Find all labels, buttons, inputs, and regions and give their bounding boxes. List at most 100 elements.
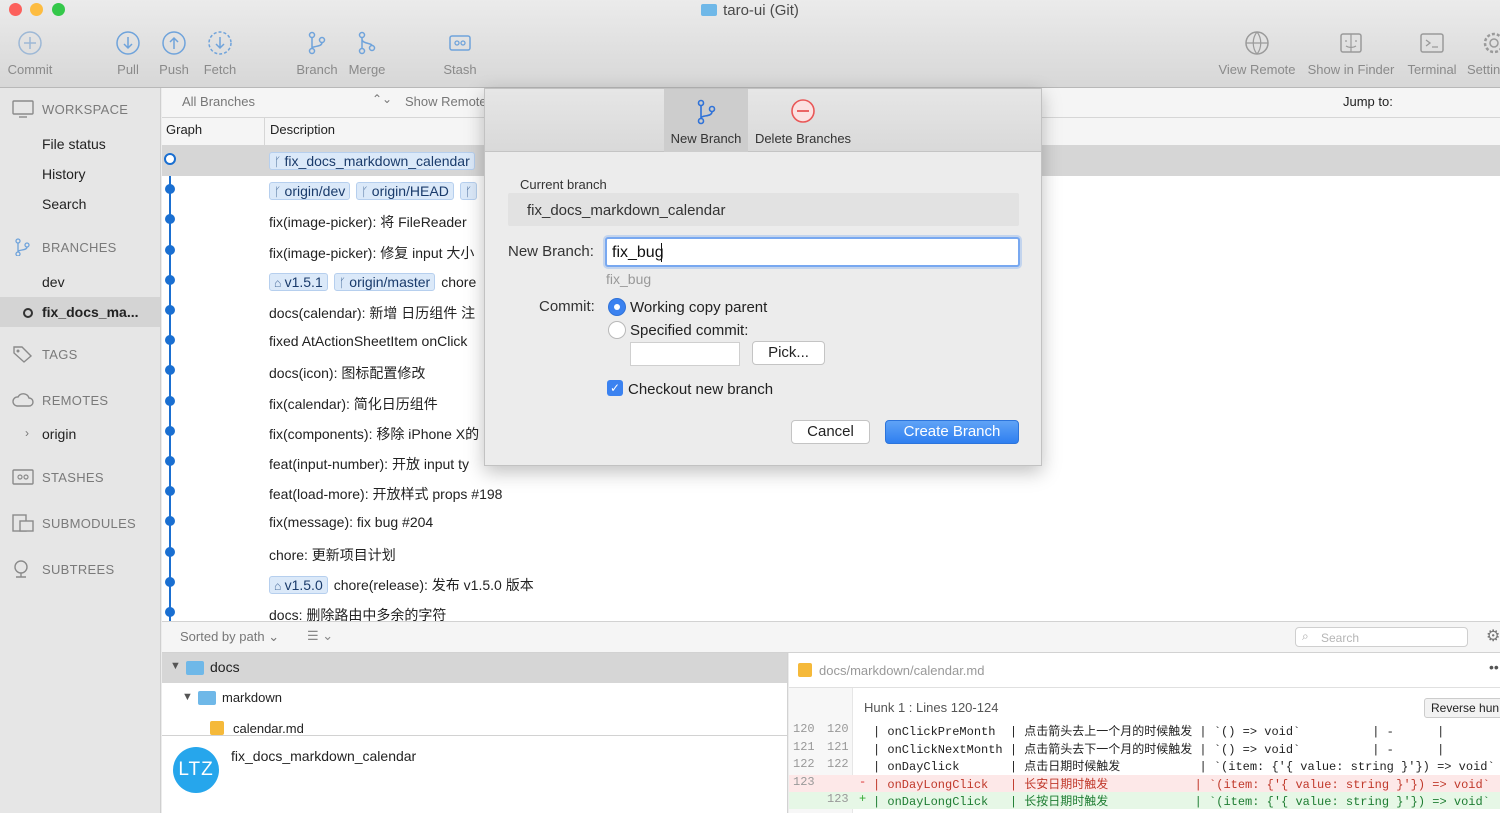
checkout-label[interactable]: Checkout new branch (628, 381, 773, 398)
commit-node (165, 305, 175, 315)
ref-badge-label: origin/dev (284, 183, 346, 200)
file-search-input[interactable]: ⌕ Search (1295, 627, 1468, 647)
commit-node (165, 244, 175, 255)
commit-row[interactable]: docs: 删除路由中多余的字符 (162, 599, 1500, 621)
sidebar-item-remote-origin[interactable]: origin (42, 426, 76, 442)
new-branch-input-value: fix_bug (612, 244, 664, 261)
cancel-button[interactable]: Cancel (791, 420, 870, 444)
commit-row[interactable]: chore: 更新项目计划 (162, 539, 1500, 569)
disclosure-triangle-icon[interactable]: ▼ (182, 691, 193, 703)
commit-button[interactable]: Commit (0, 30, 60, 77)
sidebar-item-branch-current[interactable]: fix_docs_ma... (0, 297, 160, 327)
diff-line: 122 122 | onDayClick | 点击日期时候触发 | `(item: … (789, 757, 1500, 774)
commit-node (165, 395, 175, 406)
create-branch-button[interactable]: Create Branch (885, 420, 1019, 444)
commit-message: feat(load-more): 开放样式 props #198 (269, 486, 503, 503)
window-title-text: taro-ui (Git) (723, 2, 799, 19)
search-icon: ⌕ (1302, 629, 1309, 643)
commit-description: ⌂ v1.5.1 ᚴ origin/master chore (269, 272, 476, 291)
sidebar: WORKSPACE File status History Search BRA… (0, 88, 161, 813)
tree-row-markdown[interactable]: ▼ markdown (162, 683, 787, 713)
show-in-finder-button[interactable]: Show in Finder (1306, 30, 1396, 77)
view-options-dropdown[interactable]: ☰ ⌄ (307, 628, 333, 644)
sidebar-section-remotes[interactable]: REMOTES (12, 391, 108, 409)
list-icon: ☰ (307, 628, 319, 643)
tree-row-calendar[interactable]: calendar.md (162, 715, 787, 735)
globe-icon (1245, 31, 1269, 55)
sidebar-section-subtrees[interactable]: SUBTREES (12, 560, 114, 578)
monitor-icon (12, 100, 34, 118)
chevron-updown-icon[interactable]: ⌃⌄ (372, 92, 392, 106)
tab-delete-branches[interactable]: Delete Branches (750, 89, 856, 152)
branch-icon: ᚴ (338, 275, 350, 290)
ref-badge: ᚴ origin/master (333, 272, 436, 291)
commit-message: chore: 更新项目计划 (269, 546, 396, 563)
branch-filter-label: All Branches (182, 94, 255, 109)
ref-badge-label: v1.5.1 (284, 273, 323, 290)
commit-message: fix(image-picker): 将 FileReader (269, 214, 467, 231)
sidebar-section-submodules[interactable]: SUBMODULES (12, 514, 136, 532)
chevron-down-icon: ⌄ (268, 629, 280, 644)
chevron-right-icon[interactable]: › (25, 426, 29, 440)
merge-button[interactable]: Merge (337, 30, 397, 77)
new-branch-dialog: New Branch Delete Branches Current branc… (484, 88, 1042, 466)
sort-dropdown[interactable]: Sorted by path ⌄ (180, 629, 279, 645)
column-description[interactable]: Description (270, 122, 335, 137)
commit-row[interactable]: fix(message): fix bug #204 (162, 508, 1500, 538)
pick-button[interactable]: Pick... (752, 341, 825, 365)
stash-button[interactable]: Stash (430, 30, 490, 77)
stash-label: Stash (443, 62, 477, 77)
commit-description: fixed AtActionSheetItem onClick (269, 333, 467, 349)
chevron-down-icon: ⌄ (322, 628, 334, 643)
sidebar-item-history[interactable]: History (42, 166, 86, 182)
reverse-hunk-button[interactable]: Reverse hun (1424, 698, 1500, 718)
new-branch-input[interactable]: fix_bug (605, 237, 1020, 267)
commit-row[interactable]: feat(load-more): 开放样式 props #198 (162, 478, 1500, 508)
branch-filter-dropdown[interactable]: All Branches (182, 94, 255, 109)
settings-button[interactable]: Settin (1463, 30, 1500, 77)
sort-label: Sorted by path (180, 629, 265, 644)
file-calendar-label: calendar.md (233, 721, 304, 735)
gear-icon[interactable]: ⚙ (1486, 626, 1500, 646)
view-remote-button[interactable]: View Remote (1216, 30, 1298, 77)
sidebar-item-branch-dev[interactable]: dev (42, 274, 65, 290)
disclosure-triangle-icon[interactable]: ▼ (170, 660, 181, 672)
new-line-number: 120 (827, 722, 849, 736)
sidebar-section-branches[interactable]: BRANCHES (12, 238, 117, 256)
column-graph[interactable]: Graph (166, 122, 202, 137)
commit-node (165, 516, 175, 527)
working-copy-label[interactable]: Working copy parent (630, 299, 767, 316)
current-branch-value: fix_docs_markdown_calendar (527, 202, 726, 219)
terminal-button[interactable]: Terminal (1402, 30, 1462, 77)
specified-commit-label[interactable]: Specified commit: (630, 322, 748, 339)
checkout-checkbox[interactable]: ✓ (607, 380, 623, 396)
sidebar-section-tags[interactable]: TAGS (12, 345, 78, 363)
remotes-label: REMOTES (42, 393, 109, 408)
radio-working-copy[interactable] (608, 298, 626, 316)
sidebar-section-stashes[interactable]: STASHES (12, 468, 104, 486)
subtree-icon (14, 560, 28, 578)
tag-icon: ⌂ (274, 578, 285, 593)
commit-message: docs(icon): 图标配置修改 (269, 365, 426, 382)
ref-badge: ᚴ origin/HEAD (356, 182, 454, 201)
old-line-number: 120 (793, 722, 815, 736)
branches-label: BRANCHES (42, 240, 117, 255)
more-icon[interactable]: •• (1489, 659, 1499, 675)
old-line-number: 123 (793, 774, 815, 789)
fetch-button[interactable]: Fetch (190, 30, 250, 77)
commit-node (165, 335, 175, 346)
sidebar-item-search[interactable]: Search (42, 196, 86, 212)
show-remote-checkbox[interactable]: Show Remote (405, 94, 487, 109)
tab-new-branch-label: New Branch (670, 131, 742, 146)
tab-new-branch[interactable]: New Branch (664, 89, 748, 152)
tree-row-docs[interactable]: ▼ docs (162, 653, 787, 683)
radio-specified-commit[interactable] (608, 321, 626, 339)
old-line-number: 121 (793, 739, 815, 754)
jump-to-label: Jump to: (1343, 94, 1393, 109)
specified-commit-input[interactable] (630, 342, 740, 366)
search-placeholder: Search (1321, 631, 1360, 645)
commit-row[interactable]: ⌂ v1.5.0 chore(release): 发布 v1.5.0 版本 (162, 569, 1500, 599)
diff-file-path: docs/markdown/calendar.md (819, 663, 985, 678)
sidebar-section-workspace[interactable]: WORKSPACE (12, 100, 128, 118)
sidebar-item-file-status[interactable]: File status (42, 136, 106, 152)
